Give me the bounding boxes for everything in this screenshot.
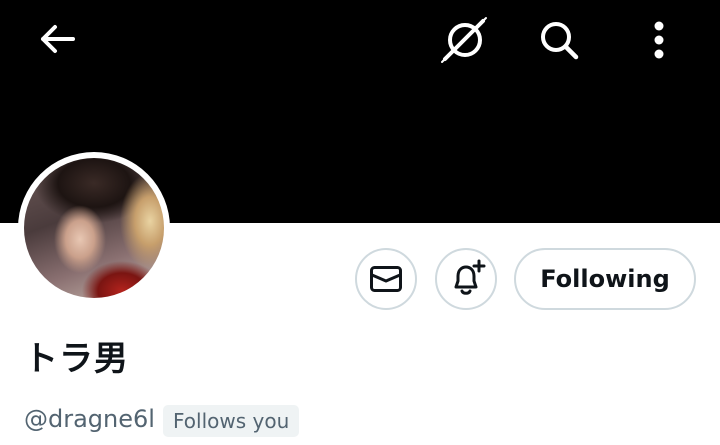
bell-plus-icon [454, 259, 486, 295]
following-button[interactable]: Following [514, 248, 696, 310]
avatar[interactable] [18, 152, 170, 304]
display-name: トラ男 [24, 339, 129, 379]
search-icon [541, 22, 579, 60]
more-options-button[interactable] [636, 14, 682, 66]
back-button[interactable] [32, 16, 82, 62]
notifications-button[interactable] [435, 248, 497, 310]
grok-icon [441, 17, 487, 63]
follows-you-badge: Follows you [163, 405, 300, 437]
envelope-icon [370, 266, 402, 292]
grok-button[interactable] [436, 14, 494, 66]
following-label: Following [540, 265, 670, 293]
more-vertical-icon [654, 21, 664, 59]
avatar-image [24, 158, 164, 298]
message-button[interactable] [355, 248, 417, 310]
search-button[interactable] [532, 14, 586, 66]
user-handle: @dragne6l [24, 405, 155, 433]
arrow-left-icon [41, 25, 75, 53]
